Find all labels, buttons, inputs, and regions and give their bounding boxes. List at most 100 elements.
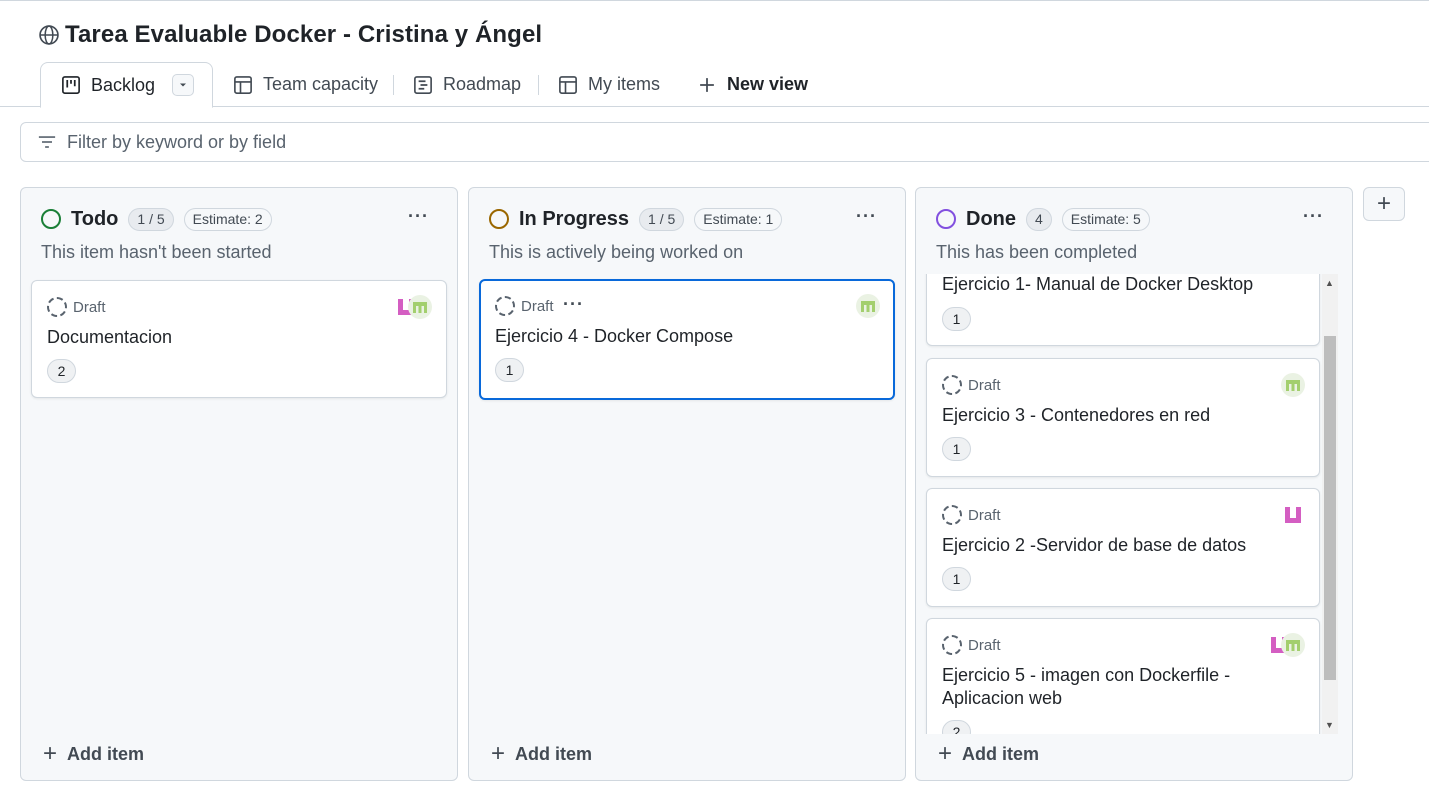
draft-status: Draft xyxy=(942,635,1001,655)
plus-icon: + xyxy=(491,740,506,767)
green-avatar[interactable] xyxy=(408,295,432,319)
top-border xyxy=(0,0,1429,3)
filter-placeholder: Filter by keyword or by field xyxy=(67,131,287,152)
add-item-label: Add item xyxy=(962,743,1040,764)
column-menu-button[interactable]: ··· xyxy=(1303,206,1324,227)
green-avatar[interactable] xyxy=(856,294,880,318)
column-description: This has been completed xyxy=(936,242,1138,262)
card-title[interactable]: Ejercicio 1- Manual de Docker Desktop xyxy=(942,274,1253,296)
assignees[interactable] xyxy=(394,295,432,319)
done-card-list[interactable]: Ejercicio 1- Manual de Docker Desktop 1 … xyxy=(916,274,1352,734)
filter-input[interactable]: Filter by keyword or by field xyxy=(20,122,1429,162)
scroll-up-icon[interactable]: ▲ xyxy=(1325,278,1334,288)
pink-avatar[interactable] xyxy=(1281,503,1305,527)
tab-team-capacity[interactable]: Team capacity xyxy=(233,62,378,107)
draft-label: Draft xyxy=(968,506,1001,524)
draft-label: Draft xyxy=(968,636,1001,654)
draft-status: Draft xyxy=(942,505,1001,525)
status-in-progress-icon xyxy=(489,209,509,229)
globe-icon xyxy=(38,24,60,46)
assignees[interactable] xyxy=(1281,503,1305,527)
estimate-total: Estimate: 5 xyxy=(1061,207,1150,231)
view-tabs: Backlog Team capacity Roadmap My items N… xyxy=(0,62,1429,108)
column-menu-button[interactable]: ··· xyxy=(408,206,429,227)
column-title: Todo xyxy=(71,207,119,230)
item-card[interactable]: Draft Ejercicio 3 - Contenedores en red … xyxy=(926,358,1320,477)
draft-label: Draft xyxy=(968,376,1001,394)
card-title[interactable]: Ejercicio 4 - Docker Compose xyxy=(495,325,733,348)
plus-icon: + xyxy=(43,740,58,767)
table-icon xyxy=(558,75,578,95)
estimate-badge: 1 xyxy=(495,358,524,382)
add-item-button[interactable]: + Add item xyxy=(43,742,144,766)
tab-backlog[interactable]: Backlog xyxy=(40,62,213,108)
item-card[interactable]: Draft Ejercicio 5 - imagen con Dockerfil… xyxy=(926,618,1320,734)
column-done: Done 4 Estimate: 5 ··· This has been com… xyxy=(915,187,1353,781)
tab-separator xyxy=(393,75,394,95)
plus-icon xyxy=(697,75,717,95)
item-counter: 1 / 5 xyxy=(128,207,174,231)
card-title[interactable]: Ejercicio 2 -Servidor de base de datos xyxy=(942,534,1246,557)
tab-label: Backlog xyxy=(91,74,156,95)
column-menu-button[interactable]: ··· xyxy=(856,206,877,227)
draft-icon xyxy=(942,505,962,525)
status-done-icon xyxy=(936,209,956,229)
scroll-down-icon[interactable]: ▼ xyxy=(1325,720,1334,730)
column-title: In Progress xyxy=(519,207,630,230)
assignees[interactable] xyxy=(1281,373,1305,397)
estimate-badge: 2 xyxy=(47,359,76,383)
scrollbar[interactable]: ▲ ▼ xyxy=(1322,274,1338,734)
item-card[interactable]: Draft Ejercicio 2 -Servidor de base de d… xyxy=(926,488,1320,607)
add-item-button[interactable]: + Add item xyxy=(491,742,592,766)
green-avatar[interactable] xyxy=(1281,373,1305,397)
board-icon xyxy=(61,75,81,95)
column-header: In Progress 1 / 5 Estimate: 1 xyxy=(489,206,783,232)
item-counter: 4 xyxy=(1026,207,1052,231)
assignees[interactable] xyxy=(1267,633,1305,657)
roadmap-icon xyxy=(413,75,433,95)
card-title[interactable]: Ejercicio 5 - imagen con Dockerfile - Ap… xyxy=(942,664,1242,710)
estimate-badge: 1 xyxy=(942,567,971,591)
card-title[interactable]: Ejercicio 3 - Contenedores en red xyxy=(942,404,1210,427)
draft-icon xyxy=(495,296,515,316)
add-column-button[interactable]: + xyxy=(1363,187,1405,221)
column-in-progress: In Progress 1 / 5 Estimate: 1 ··· This i… xyxy=(468,187,906,781)
column-header: Done 4 Estimate: 5 xyxy=(936,206,1150,232)
add-item-label: Add item xyxy=(67,743,145,764)
page-title: Tarea Evaluable Docker - Cristina y Ánge… xyxy=(65,21,543,48)
plus-icon: + xyxy=(938,740,953,767)
tab-options-button[interactable] xyxy=(172,74,195,96)
item-card[interactable]: Ejercicio 1- Manual de Docker Desktop 1 xyxy=(926,274,1320,346)
tab-my-items[interactable]: My items xyxy=(558,62,660,107)
column-description: This item hasn't been started xyxy=(41,242,272,262)
draft-status: Draft xyxy=(942,375,1001,395)
column-todo: Todo 1 / 5 Estimate: 2 ··· This item has… xyxy=(20,187,458,781)
estimate-total: Estimate: 1 xyxy=(694,207,783,231)
draft-status: Draft xyxy=(495,296,554,316)
card-title[interactable]: Documentacion xyxy=(47,326,172,349)
filter-icon xyxy=(37,132,57,152)
item-card[interactable]: Draft ··· Ejercicio 4 - Docker Compose 1 xyxy=(479,279,895,400)
draft-status: Draft xyxy=(47,297,106,317)
new-view-button[interactable]: New view xyxy=(697,62,808,107)
add-item-label: Add item xyxy=(515,743,593,764)
project-header: Tarea Evaluable Docker - Cristina y Ánge… xyxy=(38,20,542,50)
green-avatar[interactable] xyxy=(1281,633,1305,657)
draft-icon xyxy=(942,635,962,655)
estimate-badge: 2 xyxy=(942,720,971,734)
card-menu-button[interactable]: ··· xyxy=(563,294,584,315)
assignees[interactable] xyxy=(856,294,880,318)
tab-label: Team capacity xyxy=(263,74,379,94)
item-card[interactable]: Draft Documentacion 2 xyxy=(31,280,447,398)
column-header: Todo 1 / 5 Estimate: 2 xyxy=(41,206,272,232)
tab-separator xyxy=(538,75,539,95)
tab-label: New view xyxy=(727,74,809,94)
chevron-down-icon xyxy=(180,83,187,87)
scrollbar-thumb[interactable] xyxy=(1324,336,1336,680)
draft-icon xyxy=(47,297,67,317)
tab-roadmap[interactable]: Roadmap xyxy=(413,62,521,107)
estimate-badge: 1 xyxy=(942,307,971,331)
item-counter: 1 / 5 xyxy=(639,207,685,231)
estimate-badge: 1 xyxy=(942,437,971,461)
add-item-button[interactable]: + Add item xyxy=(938,742,1039,766)
